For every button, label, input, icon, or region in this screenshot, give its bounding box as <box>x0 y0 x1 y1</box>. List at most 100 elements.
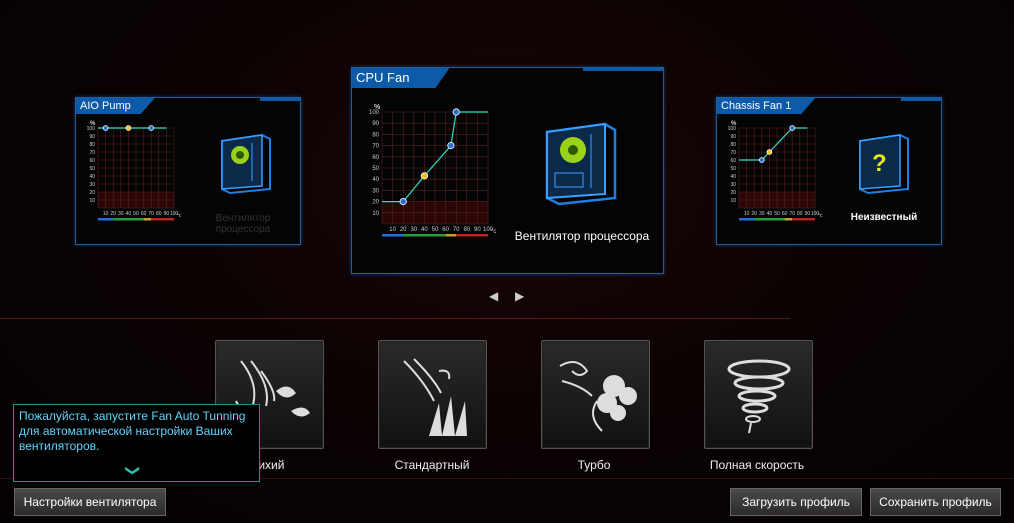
fan-card-cpu-fan[interactable]: CPU Fan 100 90 80 70 60 50 40 30 20 10 10 20 30 40 50 6… <box>351 67 664 274</box>
y-tick-label: 90 <box>730 134 736 140</box>
y-tick-label: 70 <box>372 144 379 150</box>
turbo-wind-icon <box>559 361 637 432</box>
prev-arrow-icon[interactable]: ◀ <box>489 289 501 303</box>
y-tick-label: 30 <box>372 188 379 194</box>
curve-control-point[interactable] <box>148 125 154 131</box>
y-tick-label: 10 <box>730 198 736 204</box>
y-tick-label: 20 <box>372 200 379 206</box>
temperature-zone-bar <box>445 234 457 237</box>
y-tick-label: 50 <box>89 166 95 172</box>
mode-full-speed-button[interactable] <box>704 340 813 449</box>
y-tick-label: 60 <box>730 158 736 164</box>
x-tick-label: 10 <box>744 211 750 217</box>
x-tick-label: 70 <box>789 211 795 217</box>
x-tick-label: 90 <box>164 211 170 217</box>
x-tick-label: 40 <box>767 211 773 217</box>
fan-type-label: Вентилятор процессора <box>215 213 271 235</box>
y-tick-label: 10 <box>89 198 95 204</box>
temperature-zone-bar <box>98 218 114 221</box>
y-tick-label: 20 <box>89 190 95 196</box>
card-title: AIO Pump <box>76 98 155 114</box>
mode-standard-button[interactable] <box>378 340 487 449</box>
temperature-zone-bar <box>382 234 404 237</box>
x-tick-label: 90 <box>474 227 481 233</box>
curve-control-point[interactable] <box>766 149 773 155</box>
card-title: Chassis Fan 1 <box>717 98 815 114</box>
curve-control-point[interactable] <box>420 172 429 180</box>
curve-control-point[interactable] <box>452 108 460 116</box>
x-tick-label: 40 <box>421 227 428 233</box>
x-tick-label: 80 <box>797 211 803 217</box>
y-unit-label: % <box>731 121 737 127</box>
y-tick-label: 10 <box>372 211 379 217</box>
fan-card-aio-pump[interactable]: AIO Pump 100 90 80 70 60 50 40 30 20 10 10 20 30 40 50… <box>75 97 301 245</box>
x-tick-label: 40 <box>126 211 132 217</box>
mode-turbo-label: Турбо <box>577 458 611 472</box>
temperature-zone-bar <box>151 218 174 221</box>
curve-control-point[interactable] <box>758 157 765 163</box>
x-unit-label: °c <box>818 213 823 219</box>
x-tick-label: 20 <box>110 211 116 217</box>
fan-curve-graph[interactable]: 100 90 80 70 60 50 40 30 20 10 10 20 30 40 50 60 70 80 90 1… <box>84 118 184 226</box>
fan-curve-graph[interactable]: 100 90 80 70 60 50 40 30 20 10 10 20 30 40 50 60 70 80 90 1… <box>362 98 502 248</box>
temperature-zone-bar <box>456 234 488 237</box>
y-tick-label: 30 <box>730 182 736 188</box>
y-tick-label: 80 <box>89 142 95 148</box>
curve-control-point[interactable] <box>447 141 455 150</box>
x-tick-label: 10 <box>103 211 109 217</box>
temperature-zone-bar <box>403 234 446 237</box>
y-tick-label: 80 <box>730 142 736 148</box>
x-tick-label: 60 <box>442 227 449 233</box>
temperature-zone-bar <box>143 218 152 221</box>
x-tick-label: 60 <box>141 211 147 217</box>
x-tick-label: 50 <box>432 227 439 233</box>
y-tick-label: 90 <box>89 134 95 140</box>
x-tick-label: 20 <box>400 227 407 233</box>
y-tick-label: 50 <box>372 166 379 172</box>
cpu-fan-case-icon <box>537 118 621 213</box>
x-tick-label: 10 <box>389 227 396 233</box>
y-tick-label: 40 <box>89 174 95 180</box>
x-tick-label: 30 <box>118 211 124 217</box>
svg-text:?: ? <box>872 150 887 177</box>
y-tick-label: 20 <box>730 190 736 196</box>
curve-control-point[interactable] <box>789 125 795 131</box>
curve-control-point[interactable] <box>125 125 132 131</box>
temperature-zone-bar <box>784 218 793 221</box>
fan-curve-graph[interactable]: 100 90 80 70 60 50 40 30 20 10 10 20 30 40 50 60 70 80 90 1… <box>725 118 825 226</box>
temperature-zone-bar <box>113 218 144 221</box>
temperature-zone-bar <box>754 218 785 221</box>
curve-control-point[interactable] <box>399 198 407 206</box>
x-tick-label: 80 <box>463 227 470 233</box>
card-title: CPU Fan <box>352 68 449 88</box>
auto-tuning-tooltip: Пожалуйста, запустите Fan Auto Tunning д… <box>13 404 260 482</box>
tooltip-text: Пожалуйста, запустите Fan Auto Tunning д… <box>19 409 246 453</box>
mode-standard-label: Стандартный <box>394 458 470 472</box>
y-tick-label: 50 <box>730 166 736 172</box>
next-arrow-icon[interactable]: ▶ <box>515 289 527 303</box>
x-tick-label: 60 <box>782 211 788 217</box>
y-tick-label: 60 <box>89 158 95 164</box>
fan-settings-button[interactable]: Настройки вентилятора <box>14 488 166 516</box>
temperature-zone-bar <box>739 218 755 221</box>
mode-turbo-button[interactable] <box>541 340 650 449</box>
x-tick-label: 20 <box>751 211 757 217</box>
load-profile-button[interactable]: Загрузить профиль <box>730 488 862 516</box>
card-stripe <box>260 98 300 101</box>
fan-card-chassis-fan-1[interactable]: Chassis Fan 1 100 90 80 70 60 50 40 30 20 10 10 20 3… <box>716 97 942 245</box>
x-tick-label: 70 <box>148 211 154 217</box>
curve-control-point[interactable] <box>102 125 109 131</box>
grass-wind-icon <box>403 358 467 436</box>
unknown-fan-icon: ? <box>852 131 912 201</box>
y-tick-label: 60 <box>372 155 379 161</box>
divider <box>0 318 790 319</box>
fan-type-label: Вентилятор процессора <box>514 229 650 243</box>
mode-full-speed-label: Полная скорость <box>709 458 805 472</box>
chevron-down-icon[interactable]: ❯ <box>125 465 141 477</box>
save-profile-button[interactable]: Сохранить профиль <box>870 488 1001 516</box>
x-unit-label: °c <box>491 229 496 235</box>
y-tick-label: 90 <box>372 121 379 127</box>
x-tick-label: 80 <box>156 211 162 217</box>
y-unit-label: % <box>374 104 381 111</box>
x-unit-label: °c <box>177 213 182 219</box>
